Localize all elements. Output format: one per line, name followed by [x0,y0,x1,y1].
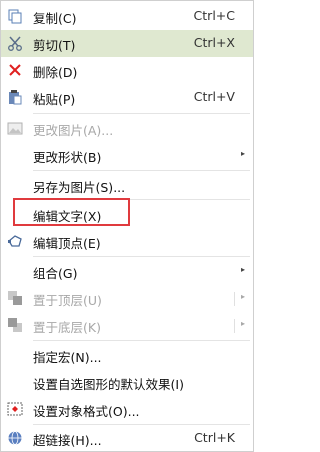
menu-item-bring-to-front: 置于顶层(U) ▸ [1,285,253,312]
menu-separator [33,256,250,257]
hyperlink-globe-icon [7,430,23,446]
submenu-arrow-icon: ▸ [240,265,245,274]
split-divider [234,319,235,333]
menu-item-save-as-image[interactable]: 另存为图片(S)... [1,172,253,199]
highlight-box [13,198,130,226]
menu-item-send-to-back: 置于底层(K) ▸ [1,312,253,339]
menu-separator [33,340,250,341]
submenu-arrow-icon: ▸ [240,292,245,301]
format-object-icon [7,401,23,417]
menu-separator [33,113,250,114]
menu-item-label: 更改图片(A)... [33,123,114,138]
menu-item-label: 设置自选图形的默认效果(I) [33,377,184,392]
menu-item-label: 置于顶层(U) [33,293,102,308]
menu-item-label: 置于底层(K) [33,320,101,335]
menu-item-label: 粘贴(P) [33,92,76,107]
image-icon [7,120,23,136]
menu-item-assign-macro[interactable]: 指定宏(N)... [1,342,253,369]
submenu-arrow-icon: ▸ [240,319,245,328]
menu-item-label: 剪切(T) [33,38,76,53]
shortcut-label: Ctrl+X [193,35,235,50]
shortcut-label: Ctrl+C [193,8,235,23]
menu-item-change-image: 更改图片(A)... [1,115,253,142]
menu-item-copy[interactable]: 复制(C) Ctrl+C [1,3,253,30]
context-menu: 复制(C) Ctrl+C 剪切(T) Ctrl+X 删除(D) 粘贴(P) Ct… [0,0,254,452]
menu-separator [33,170,250,171]
menu-item-edit-points[interactable]: 编辑顶点(E) [1,228,253,255]
menu-item-label: 删除(D) [33,65,78,80]
menu-item-change-shape[interactable]: 更改形状(B) ▸ [1,142,253,169]
menu-item-cut[interactable]: 剪切(T) Ctrl+X [1,30,253,57]
menu-item-label: 组合(G) [33,266,78,281]
menu-item-label: 设置对象格式(O)... [33,404,140,419]
menu-item-label: 复制(C) [33,11,77,26]
menu-item-label: 超链接(H)... [33,433,102,448]
menu-item-label: 另存为图片(S)... [33,180,126,195]
copy-icon [7,8,23,24]
bring-to-front-icon [7,290,23,306]
send-to-back-icon [7,317,23,333]
shortcut-label: Ctrl+V [193,89,235,104]
menu-item-label: 更改形状(B) [33,150,102,165]
menu-item-delete[interactable]: 删除(D) [1,57,253,84]
menu-item-group[interactable]: 组合(G) ▸ [1,258,253,285]
shortcut-label: Ctrl+K [194,430,235,445]
paste-icon [7,89,23,105]
scissors-icon [7,35,23,51]
menu-item-set-default-effect[interactable]: 设置自选图形的默认效果(I) [1,369,253,396]
split-divider [234,292,235,306]
menu-item-label: 编辑顶点(E) [33,236,101,251]
menu-item-label: 指定宏(N)... [33,350,102,365]
submenu-arrow-icon: ▸ [240,149,245,158]
menu-item-hyperlink[interactable]: 超链接(H)... Ctrl+K [1,425,253,452]
delete-x-icon [7,62,23,78]
menu-item-paste[interactable]: 粘贴(P) Ctrl+V [1,84,253,111]
menu-item-format-object[interactable]: 设置对象格式(O)... [1,396,253,423]
edit-points-icon [7,233,23,249]
